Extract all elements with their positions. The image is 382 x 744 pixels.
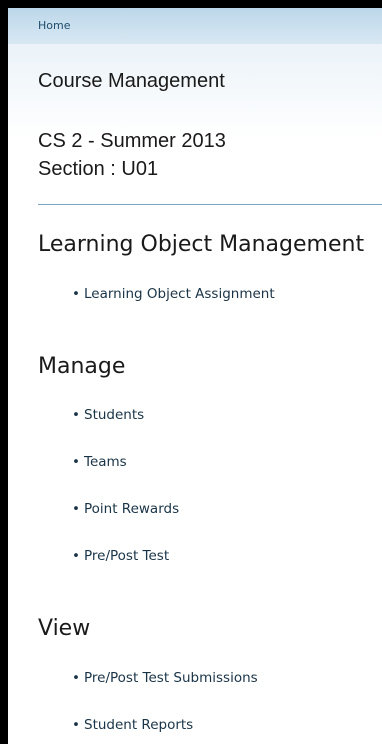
page: Home Course Management CS 2 - Summer 201… — [8, 8, 382, 744]
link-label: Point Rewards — [84, 501, 180, 517]
window-frame: Home Course Management CS 2 - Summer 201… — [0, 0, 382, 744]
link-label: Pre/Post Test — [84, 548, 170, 564]
bullet-icon: • — [72, 717, 80, 733]
link-point-rewards[interactable]: • Point Rewards — [72, 501, 179, 517]
group-heading-manage: Manage — [38, 354, 126, 379]
link-learning-object-assignment[interactable]: • Learning Object Assignment — [72, 286, 275, 302]
link-pre-post-test[interactable]: • Pre/Post Test — [72, 548, 169, 564]
link-label: Learning Object Assignment — [84, 286, 275, 302]
link-students[interactable]: • Students — [72, 407, 144, 423]
link-label: Students — [84, 407, 145, 423]
link-teams[interactable]: • Teams — [72, 454, 127, 470]
divider — [38, 204, 382, 205]
link-label: Teams — [84, 454, 127, 470]
group-heading-learning-object-management: Learning Object Management — [38, 232, 365, 257]
link-label: Student Reports — [84, 717, 194, 733]
link-pre-post-test-submissions[interactable]: • Pre/Post Test Submissions — [72, 670, 258, 686]
bullet-icon: • — [72, 407, 80, 423]
link-label: Pre/Post Test Submissions — [84, 670, 258, 686]
group-heading-view: View — [38, 616, 91, 641]
course-name: CS 2 - Summer 2013 — [38, 130, 226, 152]
breadcrumb: Home — [8, 8, 382, 44]
bullet-icon: • — [72, 501, 80, 517]
link-student-reports[interactable]: • Student Reports — [72, 717, 193, 733]
page-title: Course Management — [38, 70, 225, 92]
bullet-icon: • — [72, 286, 80, 302]
bullet-icon: • — [72, 548, 80, 564]
section-name: Section : U01 — [38, 158, 159, 180]
bullet-icon: • — [72, 670, 80, 686]
bullet-icon: • — [72, 454, 80, 470]
breadcrumb-home-link[interactable]: Home — [38, 19, 70, 32]
